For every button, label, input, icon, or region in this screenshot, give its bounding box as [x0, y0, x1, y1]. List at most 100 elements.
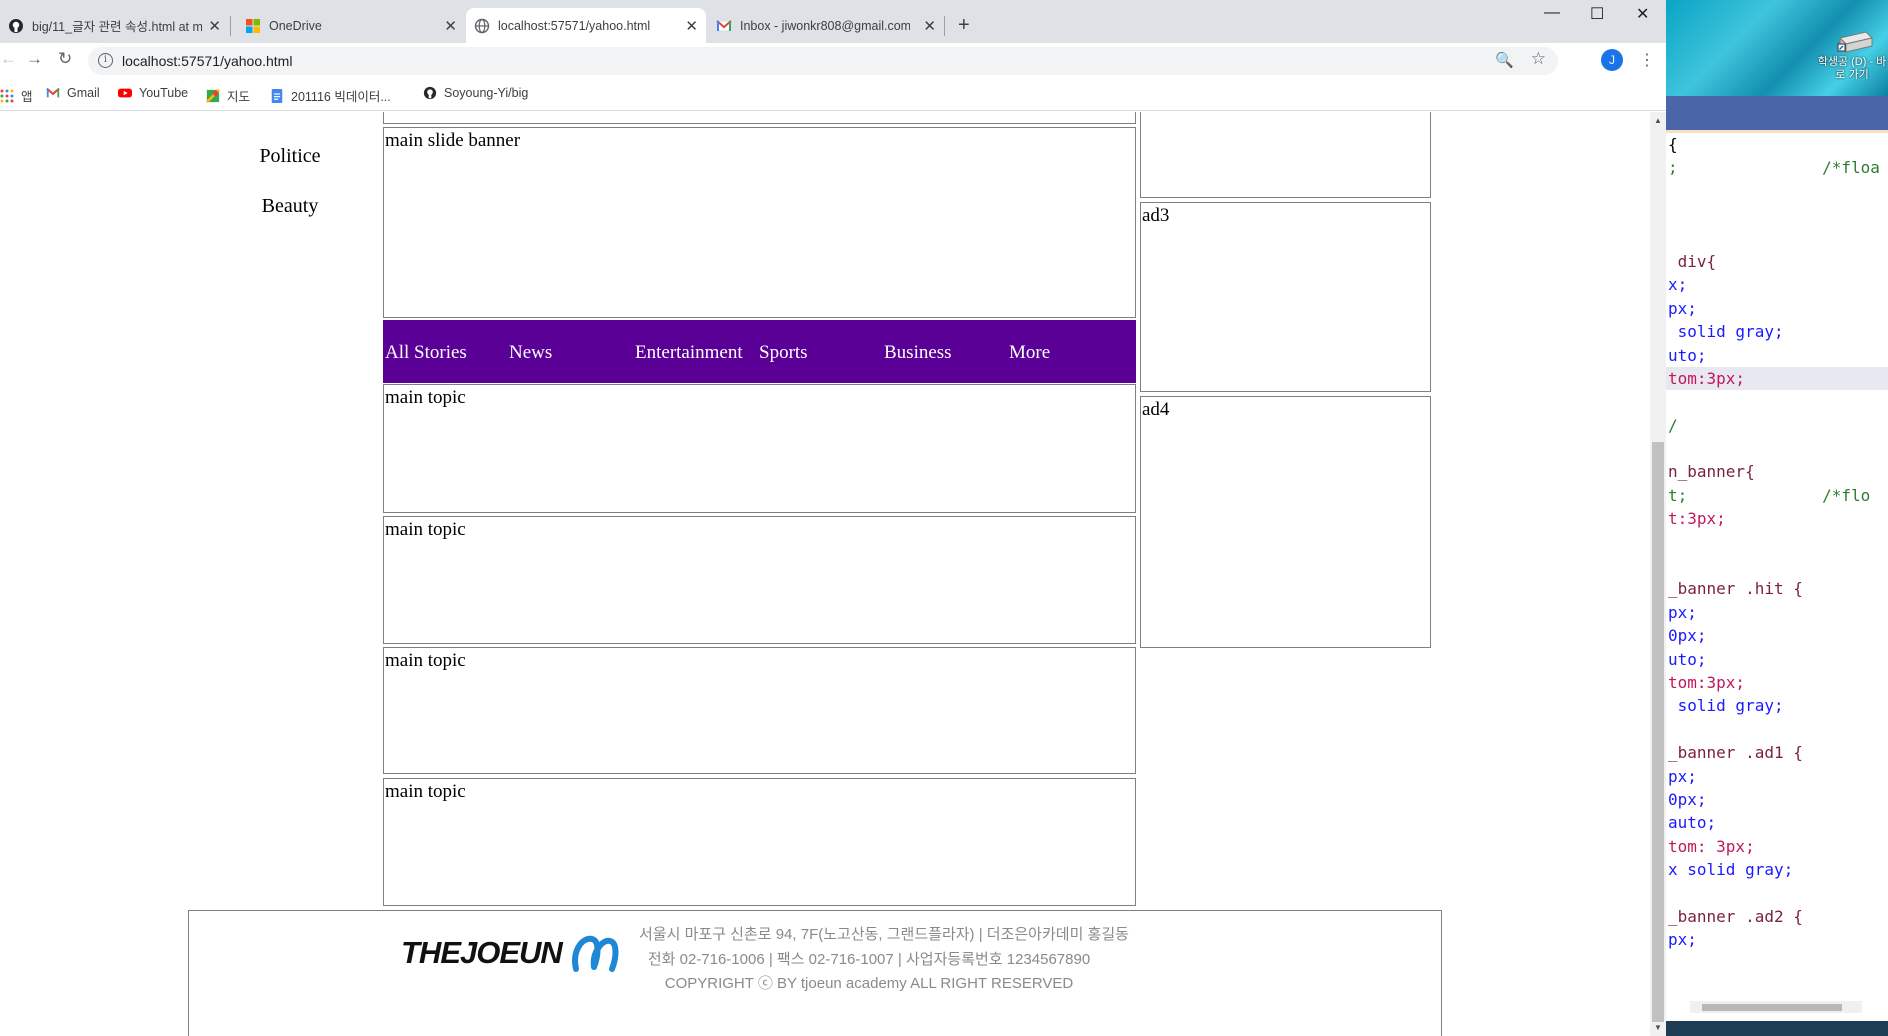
- code-line[interactable]: x solid gray;: [1666, 858, 1888, 881]
- nav-more[interactable]: More: [1009, 342, 1050, 364]
- scroll-up-icon[interactable]: ▲: [1654, 116, 1662, 125]
- code-line[interactable]: _banner .hit {: [1666, 577, 1888, 600]
- bookmark-label: Soyoung-Yi/big: [444, 86, 529, 100]
- url-text[interactable]: localhost:57571/yahoo.html: [122, 53, 292, 69]
- code-line[interactable]: px;: [1666, 928, 1888, 951]
- close-icon[interactable]: ✕: [208, 17, 221, 35]
- close-window-button[interactable]: ✕: [1636, 4, 1649, 24]
- drive-shortcut-label[interactable]: 학생공 (D) - 바로 가기: [1816, 56, 1888, 82]
- code-line[interactable]: uto;: [1666, 344, 1888, 367]
- maximize-button[interactable]: ☐: [1590, 4, 1604, 24]
- nav-all-stories[interactable]: All Stories: [385, 342, 467, 364]
- tab-strip: big/11_글자 관련 속성.html at m ✕ OneDrive ✕ l…: [0, 0, 1666, 43]
- tab-github[interactable]: big/11_글자 관련 속성.html at m ✕: [0, 8, 229, 43]
- scroll-down-icon[interactable]: ▼: [1654, 1023, 1662, 1032]
- code-line[interactable]: uto;: [1666, 648, 1888, 671]
- forward-icon[interactable]: →: [26, 49, 43, 69]
- gmail-icon: [716, 19, 732, 31]
- ad-label: ad4: [1142, 399, 1170, 420]
- code-line[interactable]: px;: [1666, 297, 1888, 320]
- code-line[interactable]: [1666, 203, 1888, 226]
- footer-address: 서울시 마포구 신촌로 94, 7F(노고산동, 그랜드플라자) | 더조은아카…: [639, 926, 1129, 943]
- code-line[interactable]: [1666, 390, 1888, 413]
- code-line[interactable]: _banner .ad1 {: [1666, 741, 1888, 764]
- code-line[interactable]: {: [1666, 133, 1888, 156]
- thejoeun-logo: THEJOEUN: [401, 931, 620, 975]
- back-icon[interactable]: ←: [0, 49, 17, 69]
- side-nav-item[interactable]: Politice: [220, 145, 360, 168]
- code-line[interactable]: [1666, 180, 1888, 203]
- topic-label: main topic: [385, 650, 466, 671]
- code-line[interactable]: px;: [1666, 765, 1888, 788]
- code-line[interactable]: n_banner{: [1666, 460, 1888, 483]
- code-line[interactable]: px;: [1666, 601, 1888, 624]
- nav-news[interactable]: News: [509, 342, 552, 364]
- code-line[interactable]: [1666, 882, 1888, 905]
- bookmark-apps[interactable]: 앱: [0, 86, 33, 105]
- code-line[interactable]: [1666, 227, 1888, 250]
- code-line[interactable]: 0px;: [1666, 788, 1888, 811]
- editor-scrollbar[interactable]: [1690, 1001, 1862, 1013]
- code-line[interactable]: /: [1666, 414, 1888, 437]
- code-area[interactable]: {; /*floa div{x; px; solid gray; uto; tom:3…: [1666, 133, 1888, 952]
- browser-window: big/11_글자 관련 속성.html at m ✕ OneDrive ✕ l…: [0, 0, 1666, 1036]
- logo-text: THEJOEUN: [401, 935, 563, 970]
- info-icon[interactable]: i: [98, 53, 113, 68]
- code-line[interactable]: [1666, 554, 1888, 577]
- code-line[interactable]: [1666, 437, 1888, 460]
- menu-icon[interactable]: ⋮: [1639, 50, 1655, 70]
- code-line[interactable]: t; /*flo: [1666, 484, 1888, 507]
- close-icon[interactable]: ✕: [444, 17, 457, 35]
- editor-scrollbar-thumb[interactable]: [1702, 1004, 1842, 1011]
- github-icon: [9, 18, 23, 33]
- code-line[interactable]: auto;: [1666, 811, 1888, 834]
- tab-gmail[interactable]: Inbox - jiwonkr808@gmail.com ✕: [708, 8, 944, 43]
- bookmark-youtube[interactable]: YouTube: [118, 86, 188, 100]
- minimize-button[interactable]: —: [1544, 4, 1560, 22]
- code-line[interactable]: _banner .ad2 {: [1666, 905, 1888, 928]
- code-line[interactable]: 0px;: [1666, 624, 1888, 647]
- globe-icon: [474, 18, 490, 33]
- code-line[interactable]: x;: [1666, 273, 1888, 296]
- code-editor: {; /*floa div{x; px; solid gray; uto; tom:3…: [1666, 96, 1888, 1021]
- new-tab-button[interactable]: +: [958, 14, 970, 37]
- main-slide-banner: main slide banner: [383, 127, 1136, 318]
- nav-business[interactable]: Business: [884, 342, 952, 364]
- logo-mark-icon: [571, 935, 619, 972]
- address-bar[interactable]: i localhost:57571/yahoo.html 🔍 ☆: [88, 47, 1558, 75]
- code-line[interactable]: [1666, 531, 1888, 554]
- bookmark-label: 201116 빅데이터...: [291, 90, 391, 104]
- close-icon[interactable]: ✕: [685, 17, 698, 35]
- reload-icon[interactable]: ↻: [58, 49, 72, 69]
- side-nav-item[interactable]: Beauty: [220, 195, 360, 218]
- tab-title: localhost:57571/yahoo.html: [498, 18, 651, 33]
- bookmark-star-icon[interactable]: ☆: [1531, 49, 1546, 69]
- profile-avatar[interactable]: J: [1601, 49, 1623, 71]
- zoom-icon[interactable]: 🔍: [1495, 51, 1514, 69]
- code-line[interactable]: tom: 3px;: [1666, 835, 1888, 858]
- nav-entertainment[interactable]: Entertainment: [635, 342, 743, 364]
- drive-shortcut-icon[interactable]: [1836, 28, 1874, 54]
- code-line[interactable]: solid gray;: [1666, 694, 1888, 717]
- bookmark-github[interactable]: Soyoung-Yi/big: [423, 86, 528, 100]
- scrollbar-thumb[interactable]: [1652, 442, 1664, 1022]
- bookmark-gmail[interactable]: Gmail: [46, 86, 100, 100]
- tab-title: big/11_글자 관련 속성.html at m: [32, 20, 202, 34]
- code-line[interactable]: tom:3px;: [1666, 671, 1888, 694]
- code-line[interactable]: div{: [1666, 250, 1888, 273]
- tab-localhost[interactable]: localhost:57571/yahoo.html ✕: [466, 8, 706, 43]
- code-line[interactable]: tom:3px;: [1666, 366, 1888, 391]
- close-icon[interactable]: ✕: [923, 17, 936, 35]
- page-scrollbar[interactable]: ▲ ▼: [1650, 112, 1666, 1036]
- nav-sports[interactable]: Sports: [759, 342, 808, 364]
- tab-title: Inbox - jiwonkr808@gmail.com: [740, 18, 910, 33]
- code-line[interactable]: t:3px;: [1666, 507, 1888, 530]
- code-line[interactable]: [1666, 718, 1888, 741]
- bookmark-maps[interactable]: 지도: [206, 86, 250, 105]
- tab-onedrive[interactable]: OneDrive ✕: [237, 8, 465, 43]
- code-line[interactable]: ; /*floa: [1666, 156, 1888, 179]
- code-line[interactable]: solid gray;: [1666, 320, 1888, 343]
- youtube-icon: [118, 88, 132, 98]
- bookmark-label: 앱: [21, 90, 33, 104]
- bookmark-docs[interactable]: 201116 빅데이터...: [270, 86, 391, 105]
